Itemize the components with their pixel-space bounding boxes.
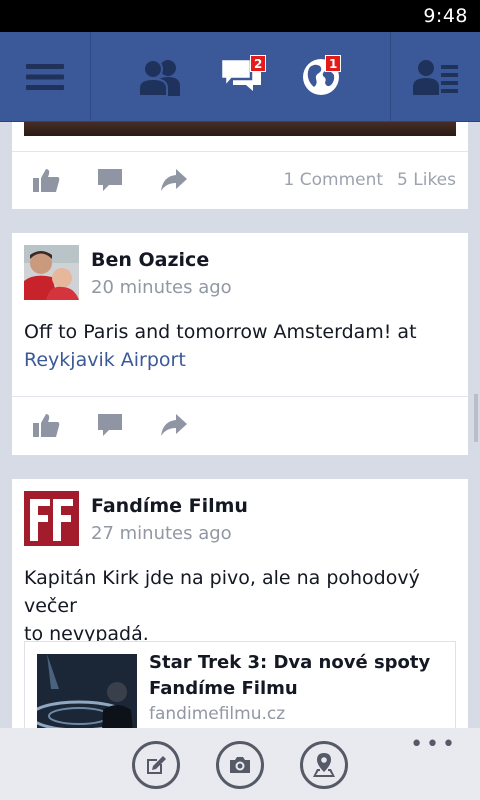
app-bar: ••• [0, 728, 480, 800]
thumbs-up-icon [33, 414, 60, 437]
engagement-counts[interactable]: 1 Comment 5 Likes [270, 170, 456, 190]
link-title-line: Star Trek 3: Dva nové spoty [149, 652, 431, 673]
like-count[interactable]: 5 Likes [397, 170, 456, 190]
place-link[interactable]: Reykjavik Airport [24, 346, 454, 374]
comment-button[interactable] [93, 410, 127, 440]
top-nav: 2 1 [0, 32, 480, 122]
post-timestamp[interactable]: 20 minutes ago [91, 277, 232, 298]
post-text-line: Off to Paris and tomorrow Amsterdam! at [24, 321, 417, 343]
hamburger-icon [26, 64, 64, 90]
messages-badge: 2 [250, 55, 267, 72]
map-pin-icon [313, 753, 335, 777]
post-card: Ben Oazice 20 minutes ago Off to Paris a… [12, 233, 468, 455]
link-preview[interactable]: Star Trek 3: Dva nové spoty Fandíme Film… [24, 641, 456, 728]
post-card: Fandíme Filmu 27 minutes ago Kapitán Kir… [12, 479, 468, 728]
movie-still-image [37, 654, 137, 728]
compose-icon [147, 756, 166, 774]
link-domain: fandimefilmu.cz [149, 704, 286, 724]
notifications-button[interactable]: 1 [298, 32, 344, 122]
scroll-indicator [474, 394, 478, 442]
nav-divider [90, 32, 91, 122]
post-photo[interactable] [24, 122, 456, 136]
more-options-button[interactable]: ••• [410, 732, 458, 757]
contacts-button[interactable] [391, 32, 480, 122]
profile-photo [24, 245, 79, 300]
status-update-button[interactable] [132, 741, 180, 789]
messages-button[interactable]: 2 [214, 32, 268, 122]
menu-button[interactable] [0, 32, 90, 122]
author-name[interactable]: Fandíme Filmu [91, 495, 248, 517]
check-in-button[interactable] [300, 741, 348, 789]
link-title-line: Fandíme Filmu [149, 678, 298, 699]
post-timestamp[interactable]: 27 minutes ago [91, 523, 232, 544]
comment-count[interactable]: 1 Comment [284, 170, 384, 190]
thumbs-up-icon [33, 169, 60, 192]
post-text-line: Kapitán Kirk jde na pivo, ale na pohodov… [24, 567, 420, 617]
share-button[interactable] [157, 165, 191, 195]
notifications-badge: 1 [325, 55, 342, 72]
like-button[interactable] [29, 165, 63, 195]
author-name[interactable]: Ben Oazice [91, 249, 209, 271]
comment-icon [98, 414, 122, 436]
share-arrow-icon [161, 414, 187, 436]
author-avatar[interactable] [24, 245, 79, 300]
post-actions [12, 396, 468, 454]
photo-button[interactable] [216, 741, 264, 789]
like-button[interactable] [29, 410, 63, 440]
link-title: Star Trek 3: Dva nové spoty Fandíme Film… [149, 650, 449, 702]
comment-button[interactable] [93, 165, 127, 195]
post-text: Kapitán Kirk jde na pivo, ale na pohodov… [24, 564, 454, 648]
comment-icon [98, 169, 122, 191]
link-thumbnail [37, 654, 137, 728]
post-text: Off to Paris and tomorrow Amsterdam! at … [24, 318, 454, 374]
camera-icon [230, 757, 250, 773]
share-button[interactable] [157, 410, 191, 440]
fandime-filmu-logo [24, 491, 79, 546]
friends-icon [138, 59, 180, 96]
friend-requests-button[interactable] [134, 32, 186, 122]
news-feed[interactable]: 1 Comment 5 Likes Ben Oazice 20 minutes a… [0, 122, 480, 728]
contacts-list-icon [412, 60, 458, 95]
page-avatar[interactable] [24, 491, 79, 546]
share-arrow-icon [161, 169, 187, 191]
post-actions: 1 Comment 5 Likes [12, 151, 468, 209]
clock: 9:48 [423, 5, 468, 27]
status-bar: 9:48 [0, 0, 480, 32]
post-card: 1 Comment 5 Likes [12, 122, 468, 209]
